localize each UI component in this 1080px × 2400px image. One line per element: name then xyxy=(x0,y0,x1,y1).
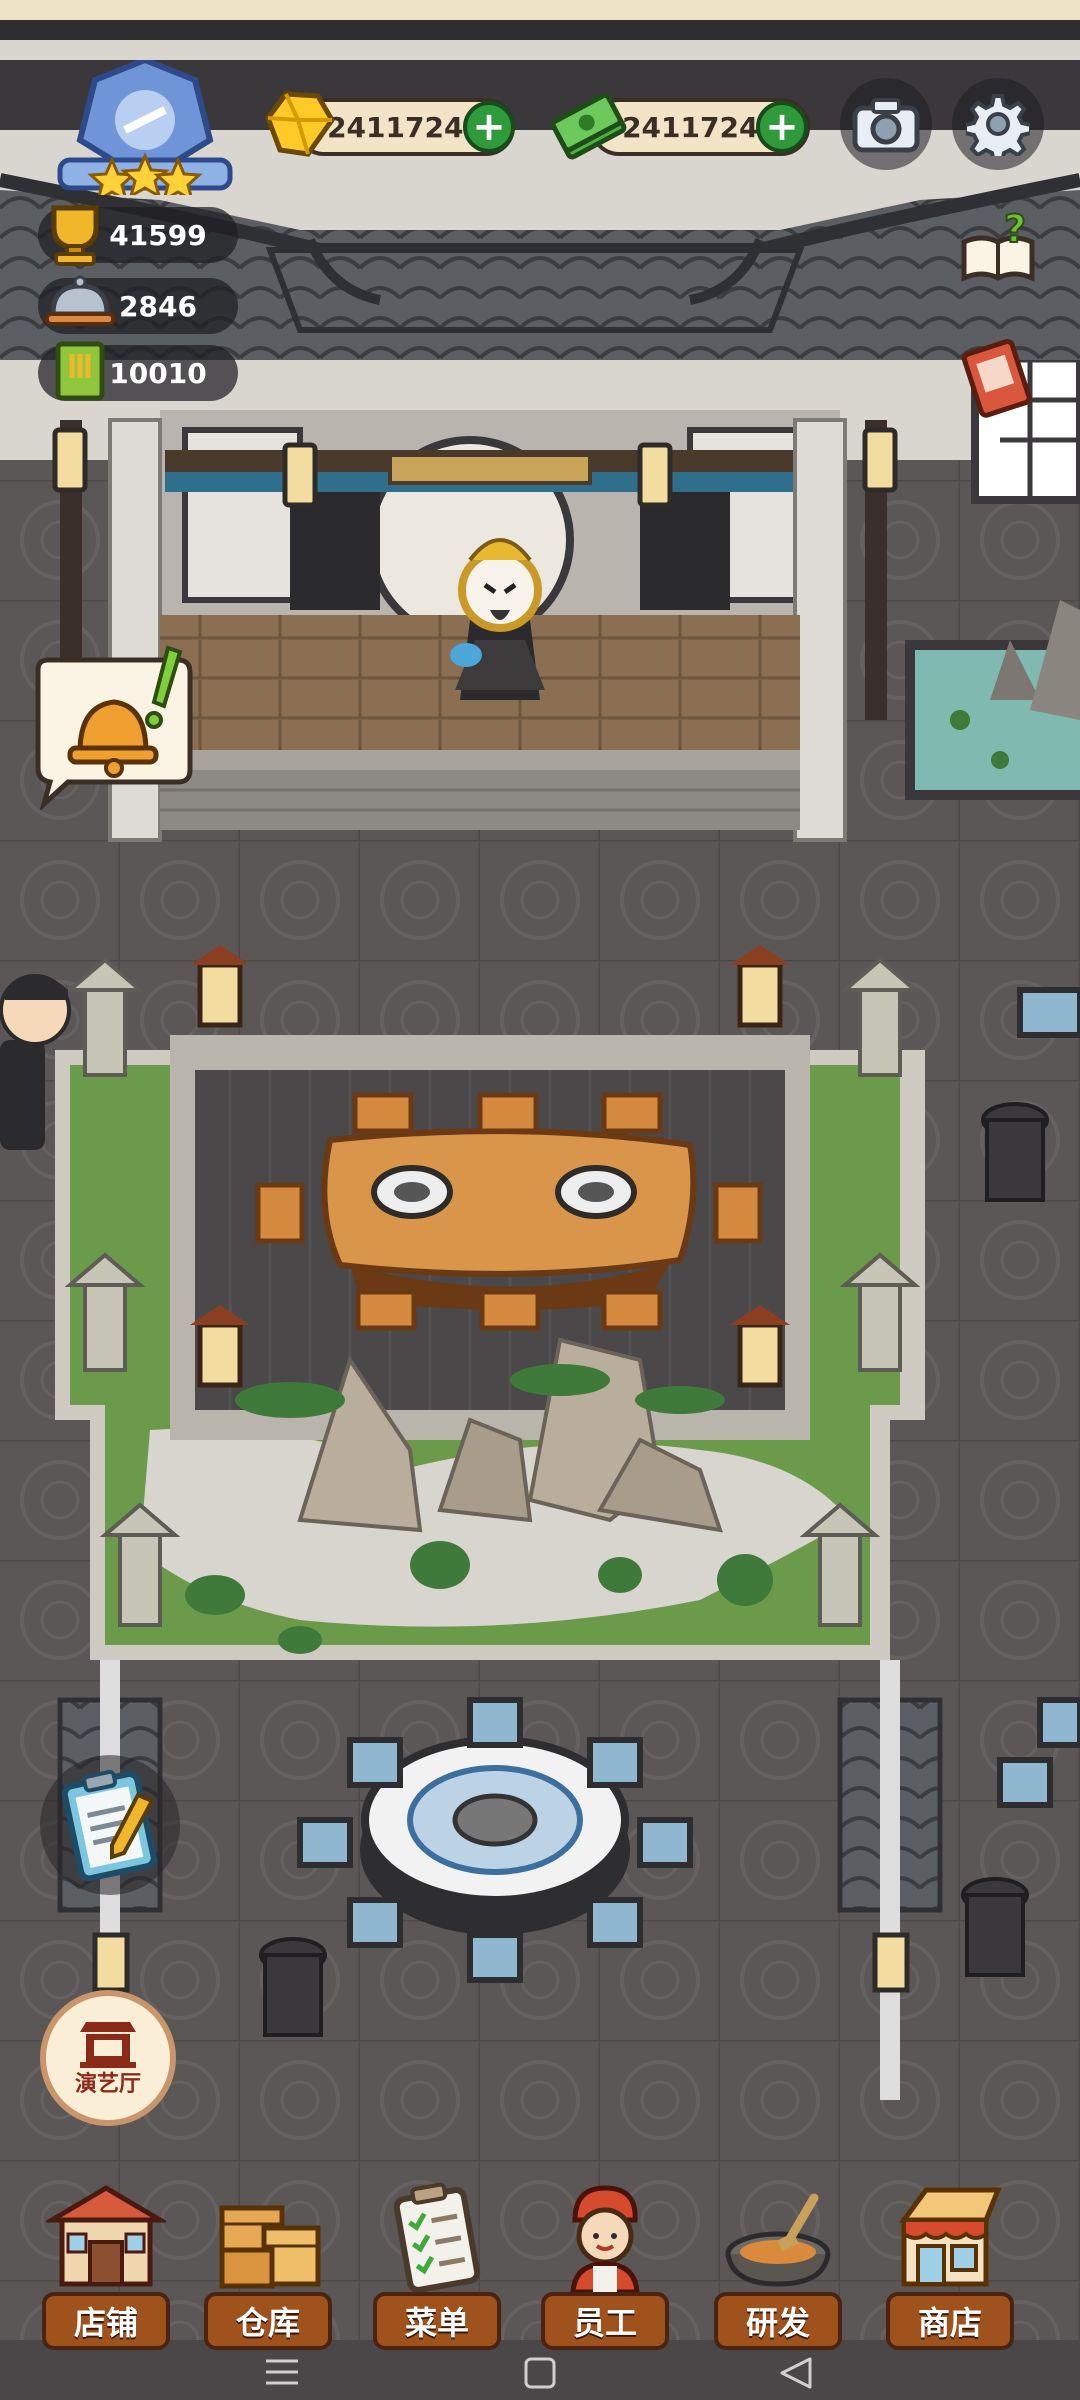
stat-recipes-value: 10010 xyxy=(109,356,207,390)
svg-text:?: ? xyxy=(1004,212,1026,251)
recipe-book-icon xyxy=(50,338,110,404)
nav-menu[interactable]: 菜单 xyxy=(367,2180,507,2350)
gear-icon xyxy=(966,94,1030,156)
pavilion-icon xyxy=(80,2022,136,2068)
back-triangle-icon xyxy=(780,2357,812,2389)
home-square-icon xyxy=(524,2357,556,2389)
staff-chef-icon xyxy=(570,2185,640,2295)
dish-cover-icon xyxy=(45,272,115,338)
task-clipboard-button[interactable] xyxy=(40,1755,180,1895)
cash-value: 24117248 xyxy=(622,110,778,144)
menu-lines-icon xyxy=(266,2359,298,2385)
red-book-button[interactable] xyxy=(958,336,1038,422)
menu-clipboard-icon xyxy=(393,2182,481,2293)
notification-bell-button[interactable] xyxy=(28,640,198,812)
nav-store-label: 商店 xyxy=(886,2292,1014,2350)
research-wok-icon xyxy=(725,2193,831,2287)
nav-shop[interactable]: 店铺 xyxy=(36,2180,176,2350)
question-book-icon: ? xyxy=(961,206,1035,282)
cash-stack-icon xyxy=(548,86,630,168)
stage-hall-button[interactable]: 演艺厅 xyxy=(40,1990,176,2126)
settings-button[interactable] xyxy=(952,78,1044,170)
nav-research-label: 研发 xyxy=(714,2292,842,2350)
gold-ingot-icon xyxy=(258,88,338,164)
camera-icon xyxy=(852,98,920,153)
nav-warehouse-label: 仓库 xyxy=(204,2292,332,2350)
nav-research[interactable]: 研发 xyxy=(708,2180,848,2350)
add-cash-button[interactable]: + xyxy=(756,101,808,153)
gold-value: 24117248 xyxy=(327,110,483,144)
nav-shop-label: 店铺 xyxy=(42,2292,170,2350)
red-book-icon xyxy=(961,338,1032,418)
system-home-button[interactable] xyxy=(522,2355,558,2391)
trophy-icon xyxy=(42,198,108,268)
help-book-button[interactable]: ? xyxy=(958,206,1038,292)
warehouse-boxes-icon xyxy=(219,2205,321,2289)
add-gold-button[interactable]: + xyxy=(463,101,515,153)
nav-staff-label: 员工 xyxy=(541,2292,669,2350)
system-menu-button[interactable] xyxy=(262,2355,302,2389)
nav-warehouse[interactable]: 仓库 xyxy=(198,2180,338,2350)
stat-dishes-value: 2846 xyxy=(119,289,197,323)
rank-badge[interactable] xyxy=(50,56,240,204)
clipboard-pencil-icon xyxy=(61,1769,157,1882)
nav-staff[interactable]: 员工 xyxy=(535,2180,675,2350)
nav-store[interactable]: 商店 xyxy=(880,2180,1020,2350)
stage-hall-label: 演艺厅 xyxy=(74,2072,141,2097)
stat-trophy-value: 41599 xyxy=(109,218,207,252)
nav-menu-label: 菜单 xyxy=(373,2292,501,2350)
store-stall-icon xyxy=(899,2187,1002,2287)
star-rank-icon xyxy=(57,56,233,204)
camera-button[interactable] xyxy=(840,78,932,170)
shop-house-icon xyxy=(46,2185,166,2287)
system-back-button[interactable] xyxy=(776,2355,816,2391)
bell-icon xyxy=(35,645,193,812)
